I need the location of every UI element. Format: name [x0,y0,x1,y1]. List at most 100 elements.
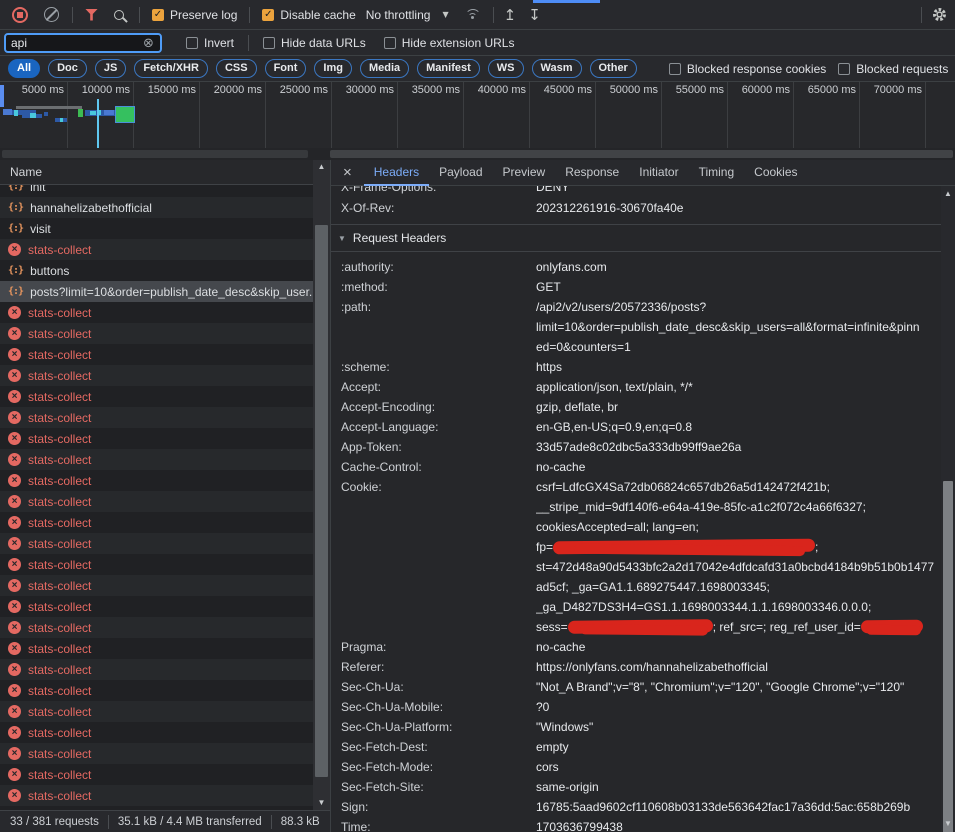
filter-icon[interactable] [85,9,98,21]
filter-chip-wasm[interactable]: Wasm [532,59,582,78]
details-scrollbar[interactable]: ▲ ▼ [941,186,955,832]
filter-chip-img[interactable]: Img [314,59,352,78]
name-column-header[interactable]: Name [0,160,313,185]
request-row-stats-collect[interactable]: ×stats-collect [0,596,313,617]
request-row-stats-collect[interactable]: ×stats-collect [0,785,313,806]
clear-network-log-button[interactable] [44,7,59,22]
scrollbar-thumb[interactable] [943,481,953,832]
request-row-stats-collect[interactable]: ×stats-collect [0,449,313,470]
preserve-log-checkbox[interactable]: ✓ [152,9,164,21]
filter-chip-fetch-xhr[interactable]: Fetch/XHR [134,59,208,78]
request-row-stats-collect[interactable]: ×stats-collect [0,512,313,533]
waterfall-mark [78,109,83,117]
filter-chip-other[interactable]: Other [590,59,637,78]
disclosure-triangle-icon: ▼ [338,234,346,243]
request-failed-icon: × [8,327,21,340]
filter-chip-js[interactable]: JS [95,59,126,78]
toolbar-divider [249,7,250,23]
request-row-stats-collect[interactable]: ×stats-collect [0,239,313,260]
request-row-stats-collect[interactable]: ×stats-collect [0,407,313,428]
requests-scrollbar[interactable]: ▲ ▼ [313,160,330,810]
tab-preview[interactable]: Preview [493,160,556,186]
request-row-posts-limit-10-order-publish-d[interactable]: {:}posts?limit=10&order=publish_date_des… [0,281,313,302]
tab-initiator[interactable]: Initiator [629,160,688,186]
request-row-stats-collect[interactable]: ×stats-collect [0,491,313,512]
request-row-stats-collect[interactable]: ×stats-collect [0,323,313,344]
request-row-init[interactable]: {:}init [0,185,313,197]
request-row-stats-collect[interactable]: ×stats-collect [0,428,313,449]
throttling-select[interactable]: No throttling [366,8,431,22]
request-row-stats-collect[interactable]: ×stats-collect [0,743,313,764]
hide-data-urls-label: Hide data URLs [281,36,366,50]
redaction-scribble [861,620,923,634]
scrollbar-thumb[interactable] [315,225,328,777]
hide-extension-urls-checkbox[interactable] [384,37,396,49]
scrollbar-thumb[interactable] [2,150,308,158]
filter-chip-font[interactable]: Font [265,59,307,78]
tab-payload[interactable]: Payload [429,160,492,186]
scroll-down-icon[interactable]: ▼ [313,797,330,809]
header-value: 1703636799438 [536,817,941,832]
request-row-hannahelizabethofficial[interactable]: {:}hannahelizabethofficial [0,197,313,218]
hide-data-urls-checkbox[interactable] [263,37,275,49]
request-row-visit[interactable]: {:}visit [0,218,313,239]
filter-chip-media[interactable]: Media [360,59,409,78]
network-overview-timeline[interactable]: 5000 ms10000 ms15000 ms20000 ms25000 ms3… [0,82,955,148]
scroll-down-icon[interactable]: ▼ [941,818,955,830]
overview-scroll-band[interactable] [0,148,955,160]
request-row-stats-collect[interactable]: ×stats-collect [0,386,313,407]
scrollbar-thumb[interactable] [330,150,953,158]
scroll-up-icon[interactable]: ▲ [313,161,330,173]
tab-headers[interactable]: Headers [364,160,429,186]
request-row-stats-collect[interactable]: ×stats-collect [0,533,313,554]
tab-response[interactable]: Response [555,160,629,186]
header-value: ?0 [536,697,941,717]
clear-filter-icon[interactable]: ⊗ [143,36,154,49]
request-row-stats-collect[interactable]: ×stats-collect [0,659,313,680]
invert-checkbox[interactable] [186,37,198,49]
request-row-stats-collect[interactable]: ×stats-collect [0,680,313,701]
header-value-line: st=472d48a90d5433bfc2a2d17042e4dfdcafd31… [536,557,941,577]
request-row-stats-collect[interactable]: ×stats-collect [0,365,313,386]
request-row-stats-collect[interactable]: ×stats-collect [0,470,313,491]
waterfall-mark [3,109,12,115]
scroll-up-icon[interactable]: ▲ [941,188,955,200]
filter-chip-ws[interactable]: WS [488,59,524,78]
request-name: stats-collect [28,432,91,446]
request-row-stats-collect[interactable]: ×stats-collect [0,575,313,596]
export-har-icon[interactable]: ↧ [528,6,541,24]
chevron-down-icon[interactable]: ▼ [442,10,448,19]
settings-gear-icon[interactable] [932,7,947,22]
waterfall-mark [44,112,48,116]
filter-chip-manifest[interactable]: Manifest [417,59,480,78]
request-row-buttons[interactable]: {:}buttons [0,260,313,281]
request-row-stats-collect[interactable]: ×stats-collect [0,701,313,722]
request-row-stats-collect[interactable]: ×stats-collect [0,617,313,638]
disable-cache-checkbox[interactable]: ✓ [262,9,274,21]
request-name: buttons [30,264,69,278]
network-conditions-icon[interactable] [465,9,481,20]
request-row-stats-collect[interactable]: ×stats-collect [0,638,313,659]
filter-chip-all[interactable]: All [8,59,40,78]
search-icon[interactable] [114,10,124,20]
close-icon[interactable]: × [343,165,352,180]
request-row-stats-collect[interactable]: ×stats-collect [0,764,313,785]
header-value-line: csrf=LdfcGX4Sa72db06824c657db26a5d142472… [536,477,941,497]
tab-timing[interactable]: Timing [689,160,745,186]
request-row-stats-collect[interactable]: ×stats-collect [0,302,313,323]
request-headers-section[interactable]: ▼ Request Headers [331,224,941,252]
blocked-response-cookies-checkbox[interactable] [669,63,681,75]
import-har-icon[interactable]: ↥ [504,6,517,24]
request-row-stats-collect[interactable]: ×stats-collect [0,722,313,743]
request-row-stats-collect[interactable]: ×stats-collect [0,344,313,365]
record-network-log-button[interactable] [12,7,28,23]
request-row-stats-collect[interactable]: ×stats-collect [0,554,313,575]
filter-input[interactable] [4,33,162,53]
filter-chip-doc[interactable]: Doc [48,59,87,78]
fetch-json-icon: {:} [8,185,23,192]
blocked-requests-checkbox[interactable] [838,63,850,75]
request-name: posts?limit=10&order=publish_date_desc&s… [30,285,313,299]
filter-chip-css[interactable]: CSS [216,59,257,78]
header-value-line: https [536,357,941,377]
tab-cookies[interactable]: Cookies [744,160,807,186]
